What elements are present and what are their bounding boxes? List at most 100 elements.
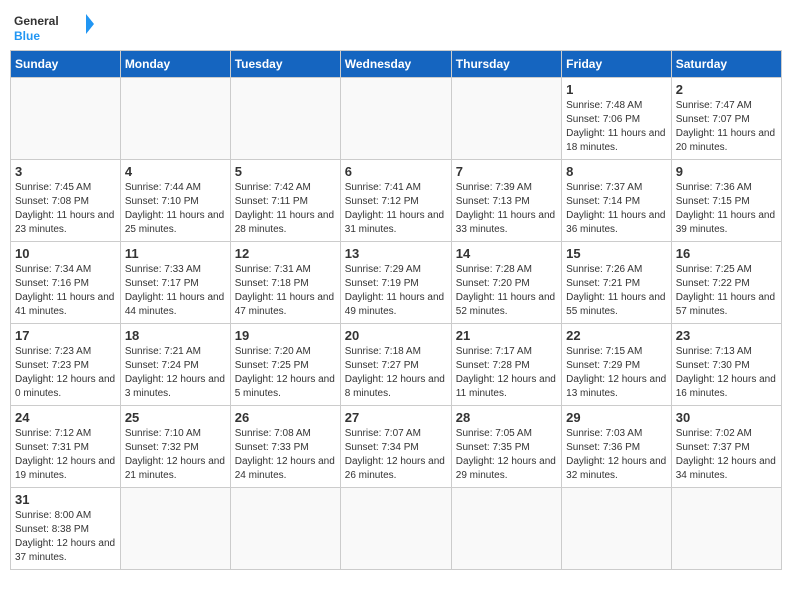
- day-cell: 23 Sunrise: 7:13 AMSunset: 7:30 PMDayligh…: [671, 324, 781, 406]
- day-cell: [120, 78, 230, 160]
- day-number: 30: [676, 410, 777, 425]
- day-info: Sunrise: 7:18 AMSunset: 7:27 PMDaylight:…: [345, 345, 447, 401]
- day-info: Sunrise: 7:34 AMSunset: 7:16 PMDaylight:…: [15, 263, 116, 319]
- day-number: 28: [456, 410, 557, 425]
- day-number: 14: [456, 246, 557, 261]
- day-cell: 26 Sunrise: 7:08 AMSunset: 7:33 PMDayligh…: [230, 406, 340, 488]
- day-number: 12: [235, 246, 336, 261]
- col-header-saturday: Saturday: [671, 51, 781, 78]
- logo-icon: General Blue: [14, 10, 94, 46]
- day-number: 20: [345, 328, 447, 343]
- day-cell: [671, 488, 781, 570]
- calendar-table: SundayMondayTuesdayWednesdayThursdayFrid…: [10, 50, 782, 570]
- day-info: Sunrise: 7:07 AMSunset: 7:34 PMDaylight:…: [345, 427, 447, 483]
- day-number: 29: [566, 410, 667, 425]
- col-header-wednesday: Wednesday: [340, 51, 451, 78]
- day-number: 4: [125, 164, 226, 179]
- day-info: Sunrise: 7:08 AMSunset: 7:33 PMDaylight:…: [235, 427, 336, 483]
- day-number: 13: [345, 246, 447, 261]
- day-cell: [340, 78, 451, 160]
- day-cell: 9 Sunrise: 7:36 AMSunset: 7:15 PMDaylight…: [671, 160, 781, 242]
- day-number: 26: [235, 410, 336, 425]
- day-cell: 4 Sunrise: 7:44 AMSunset: 7:10 PMDaylight…: [120, 160, 230, 242]
- col-header-monday: Monday: [120, 51, 230, 78]
- day-number: 22: [566, 328, 667, 343]
- week-row-1: 1Sunrise: 7:48 AMSunset: 7:06 PMDaylight…: [11, 78, 782, 160]
- day-number: 17: [15, 328, 116, 343]
- day-cell: 12 Sunrise: 7:31 AMSunset: 7:18 PMDayligh…: [230, 242, 340, 324]
- day-info: Sunrise: 7:44 AMSunset: 7:10 PMDaylight:…: [125, 181, 226, 237]
- day-cell: 16 Sunrise: 7:25 AMSunset: 7:22 PMDayligh…: [671, 242, 781, 324]
- day-cell: 19Sunrise: 7:20 AMSunset: 7:25 PMDayligh…: [230, 324, 340, 406]
- logo: General Blue: [14, 10, 94, 46]
- day-number: 6: [345, 164, 447, 179]
- day-info: Sunrise: 7:13 AMSunset: 7:30 PMDaylight:…: [676, 345, 777, 401]
- day-number: 19: [235, 328, 336, 343]
- day-number: 31: [15, 492, 116, 507]
- day-cell: 14 Sunrise: 7:28 AMSunset: 7:20 PMDayligh…: [451, 242, 561, 324]
- day-cell: 3 Sunrise: 7:45 AMSunset: 7:08 PMDaylight…: [11, 160, 121, 242]
- day-cell: 21 Sunrise: 7:17 AMSunset: 7:28 PMDayligh…: [451, 324, 561, 406]
- day-cell: 31 Sunrise: 8:00 AMSunset: 8:38 PMDayligh…: [11, 488, 121, 570]
- day-number: 16: [676, 246, 777, 261]
- day-info: Sunrise: 7:23 AMSunset: 7:23 PMDaylight:…: [15, 345, 116, 401]
- svg-text:General: General: [14, 14, 59, 28]
- day-number: 24: [15, 410, 116, 425]
- col-header-thursday: Thursday: [451, 51, 561, 78]
- day-info: Sunrise: 7:39 AMSunset: 7:13 PMDaylight:…: [456, 181, 557, 237]
- calendar-header-row: SundayMondayTuesdayWednesdayThursdayFrid…: [11, 51, 782, 78]
- day-number: 9: [676, 164, 777, 179]
- day-number: 7: [456, 164, 557, 179]
- day-number: 3: [15, 164, 116, 179]
- day-cell: [451, 78, 561, 160]
- day-cell: [230, 78, 340, 160]
- day-cell: 6 Sunrise: 7:41 AMSunset: 7:12 PMDaylight…: [340, 160, 451, 242]
- day-number: 10: [15, 246, 116, 261]
- day-info: Sunrise: 7:31 AMSunset: 7:18 PMDaylight:…: [235, 263, 336, 319]
- day-info: Sunrise: 7:17 AMSunset: 7:28 PMDaylight:…: [456, 345, 557, 401]
- day-cell: 27 Sunrise: 7:07 AMSunset: 7:34 PMDayligh…: [340, 406, 451, 488]
- day-cell: 8Sunrise: 7:37 AMSunset: 7:14 PMDaylight…: [562, 160, 672, 242]
- day-info: Sunrise: 7:41 AMSunset: 7:12 PMDaylight:…: [345, 181, 447, 237]
- day-cell: 29Sunrise: 7:03 AMSunset: 7:36 PMDayligh…: [562, 406, 672, 488]
- day-cell: [340, 488, 451, 570]
- day-cell: 22Sunrise: 7:15 AMSunset: 7:29 PMDayligh…: [562, 324, 672, 406]
- day-info: Sunrise: 7:26 AMSunset: 7:21 PMDaylight:…: [566, 263, 667, 319]
- day-number: 21: [456, 328, 557, 343]
- day-cell: 1Sunrise: 7:48 AMSunset: 7:06 PMDaylight…: [562, 78, 672, 160]
- col-header-sunday: Sunday: [11, 51, 121, 78]
- day-cell: 17 Sunrise: 7:23 AMSunset: 7:23 PMDayligh…: [11, 324, 121, 406]
- day-info: Sunrise: 7:33 AMSunset: 7:17 PMDaylight:…: [125, 263, 226, 319]
- day-cell: [562, 488, 672, 570]
- day-info: Sunrise: 7:29 AMSunset: 7:19 PMDaylight:…: [345, 263, 447, 319]
- day-info: Sunrise: 7:45 AMSunset: 7:08 PMDaylight:…: [15, 181, 116, 237]
- day-cell: 15Sunrise: 7:26 AMSunset: 7:21 PMDayligh…: [562, 242, 672, 324]
- day-info: Sunrise: 7:36 AMSunset: 7:15 PMDaylight:…: [676, 181, 777, 237]
- day-cell: [451, 488, 561, 570]
- day-info: Sunrise: 8:00 AMSunset: 8:38 PMDaylight:…: [15, 509, 116, 565]
- day-info: Sunrise: 7:28 AMSunset: 7:20 PMDaylight:…: [456, 263, 557, 319]
- week-row-3: 10 Sunrise: 7:34 AMSunset: 7:16 PMDayligh…: [11, 242, 782, 324]
- day-cell: 7 Sunrise: 7:39 AMSunset: 7:13 PMDaylight…: [451, 160, 561, 242]
- week-row-4: 17 Sunrise: 7:23 AMSunset: 7:23 PMDayligh…: [11, 324, 782, 406]
- day-info: Sunrise: 7:02 AMSunset: 7:37 PMDaylight:…: [676, 427, 777, 483]
- day-cell: 18 Sunrise: 7:21 AMSunset: 7:24 PMDayligh…: [120, 324, 230, 406]
- week-row-2: 3 Sunrise: 7:45 AMSunset: 7:08 PMDaylight…: [11, 160, 782, 242]
- day-number: 27: [345, 410, 447, 425]
- day-number: 25: [125, 410, 226, 425]
- day-cell: 28Sunrise: 7:05 AMSunset: 7:35 PMDayligh…: [451, 406, 561, 488]
- day-number: 2: [676, 82, 777, 97]
- day-cell: 10 Sunrise: 7:34 AMSunset: 7:16 PMDayligh…: [11, 242, 121, 324]
- col-header-tuesday: Tuesday: [230, 51, 340, 78]
- week-row-6: 31 Sunrise: 8:00 AMSunset: 8:38 PMDayligh…: [11, 488, 782, 570]
- day-number: 23: [676, 328, 777, 343]
- day-cell: 11Sunrise: 7:33 AMSunset: 7:17 PMDayligh…: [120, 242, 230, 324]
- week-row-5: 24Sunrise: 7:12 AMSunset: 7:31 PMDayligh…: [11, 406, 782, 488]
- day-cell: 2 Sunrise: 7:47 AMSunset: 7:07 PMDaylight…: [671, 78, 781, 160]
- day-info: Sunrise: 7:25 AMSunset: 7:22 PMDaylight:…: [676, 263, 777, 319]
- day-info: Sunrise: 7:21 AMSunset: 7:24 PMDaylight:…: [125, 345, 226, 401]
- day-cell: 5Sunrise: 7:42 AMSunset: 7:11 PMDaylight…: [230, 160, 340, 242]
- day-number: 18: [125, 328, 226, 343]
- day-info: Sunrise: 7:47 AMSunset: 7:07 PMDaylight:…: [676, 99, 777, 155]
- day-cell: [11, 78, 121, 160]
